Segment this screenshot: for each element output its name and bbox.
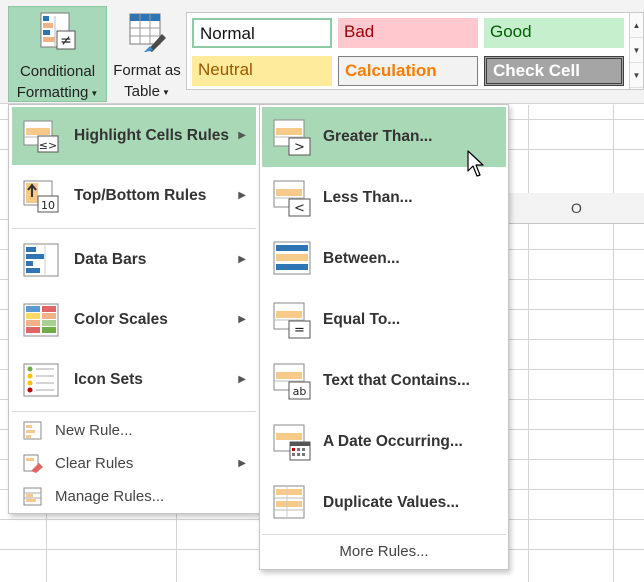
clear-rules-icon [23, 454, 43, 473]
submenu-item-text-contains[interactable]: ab Text that Contains... [262, 351, 506, 411]
menu-item-label: Manage Rules... [55, 488, 165, 505]
style-neutral[interactable]: Neutral [192, 56, 332, 86]
menu-item-label: Highlight Cells Rules [74, 127, 230, 144]
gallery-more-icon[interactable]: ▼ [630, 63, 643, 88]
style-check-cell[interactable]: Check Cell [484, 56, 624, 86]
between-icon [273, 241, 311, 275]
menu-item-highlight-cells-rules[interactable]: ≤> Highlight Cells Rules ▶ [12, 107, 256, 165]
mouse-pointer-icon [467, 150, 484, 177]
menu-item-label: Clear Rules [55, 455, 134, 472]
chevron-right-icon: ▶ [238, 130, 246, 141]
svg-text:=: = [294, 323, 305, 338]
menu-item-label: New Rule... [55, 422, 133, 439]
menu-item-label: Color Scales [74, 311, 168, 328]
chevron-right-icon: ▶ [238, 254, 246, 265]
chevron-right-icon: ▶ [238, 458, 246, 469]
format-as-table-button[interactable]: Format as Table ▼ [110, 6, 184, 102]
greater-than-icon: > [273, 119, 311, 156]
chevron-right-icon: ▶ [238, 374, 246, 385]
submenu-item-label: Text that Contains... [323, 372, 470, 389]
top-bottom-rules-icon: 10 [23, 180, 59, 213]
conditional-formatting-menu: ≤> Highlight Cells Rules ▶ 10 Top/Bottom… [8, 104, 260, 514]
text-contains-icon: ab [273, 363, 311, 400]
style-calculation[interactable]: Calculation [338, 56, 478, 86]
grid-line [613, 105, 614, 582]
conditional-formatting-icon: ≠ [40, 12, 75, 50]
manage-rules-icon [23, 487, 42, 506]
format-as-table-icon [129, 13, 166, 52]
style-good[interactable]: Good [484, 18, 624, 48]
menu-item-color-scales[interactable]: Color Scales ▶ [12, 291, 256, 349]
style-normal[interactable]: Normal [192, 18, 332, 48]
highlight-cells-rules-icon: ≤> [23, 120, 59, 153]
submenu-item-duplicate-values[interactable]: Duplicate Values... [262, 473, 506, 533]
conditional-formatting-label-1: Conditional [19, 63, 96, 80]
equal-to-icon: = [273, 302, 311, 339]
ribbon: ≠ Conditional Formatting ▼ Format as Tabl… [0, 0, 644, 104]
menu-item-clear-rules[interactable]: Clear Rules ▶ [12, 447, 256, 480]
menu-separator [262, 534, 506, 535]
format-as-table-label-1: Format as [113, 62, 181, 79]
conditional-formatting-label-2: Formatting [16, 84, 89, 101]
submenu-item-date-occurring[interactable]: A Date Occurring... [262, 412, 506, 472]
submenu-item-label: Duplicate Values... [323, 494, 460, 511]
svg-text:≠: ≠ [60, 33, 72, 49]
menu-item-data-bars[interactable]: Data Bars ▶ [12, 231, 256, 289]
svg-text:ab: ab [293, 385, 307, 398]
submenu-item-label: Less Than... [323, 189, 413, 206]
format-as-table-label-2: Table [124, 83, 160, 100]
conditional-formatting-button[interactable]: ≠ Conditional Formatting ▼ [8, 6, 107, 102]
less-than-icon: < [273, 180, 311, 217]
menu-item-manage-rules[interactable]: Manage Rules... [12, 480, 256, 513]
menu-item-new-rule[interactable]: New Rule... [12, 414, 256, 447]
submenu-item-label: Equal To... [323, 311, 401, 328]
submenu-item-between[interactable]: Between... [262, 229, 506, 289]
menu-separator [12, 228, 256, 229]
more-rules-item[interactable]: More Rules... [262, 537, 506, 567]
submenu-item-label: Greater Than... [323, 128, 433, 145]
cell-styles-gallery: Normal Bad Good Neutral Calculation Chec… [186, 12, 644, 90]
chevron-right-icon: ▶ [238, 190, 246, 201]
menu-item-label: Data Bars [74, 251, 147, 268]
svg-text:<: < [294, 201, 305, 216]
svg-text:10: 10 [41, 199, 55, 212]
column-header-o[interactable]: O [509, 193, 644, 224]
chevron-right-icon: ▶ [238, 314, 246, 325]
submenu-item-label: Between... [323, 250, 400, 267]
grid-line [528, 105, 529, 582]
chevron-down-icon: ▼ [161, 87, 170, 97]
chevron-up-icon[interactable]: ▲ [630, 13, 643, 38]
icon-sets-icon [23, 363, 59, 397]
submenu-item-label: A Date Occurring... [323, 433, 463, 450]
menu-item-label: Top/Bottom Rules [74, 187, 207, 204]
chevron-down-icon[interactable]: ▼ [630, 38, 643, 63]
chevron-down-icon: ▼ [90, 88, 99, 98]
style-bad[interactable]: Bad [338, 18, 478, 48]
data-bars-icon [23, 243, 59, 277]
date-occurring-icon [273, 424, 311, 461]
menu-item-label: Icon Sets [74, 371, 143, 388]
color-scales-icon [23, 303, 59, 337]
svg-text:>: > [294, 140, 305, 155]
new-rule-icon [23, 421, 42, 440]
menu-item-icon-sets[interactable]: Icon Sets ▶ [12, 351, 256, 409]
submenu-item-equal-to[interactable]: = Equal To... [262, 290, 506, 350]
menu-item-top-bottom-rules[interactable]: 10 Top/Bottom Rules ▶ [12, 167, 256, 225]
gallery-scrollbar[interactable]: ▲ ▼ ▼ [629, 13, 643, 89]
menu-separator [12, 411, 256, 412]
svg-text:≤>: ≤> [39, 139, 57, 152]
duplicate-values-icon [273, 485, 305, 519]
